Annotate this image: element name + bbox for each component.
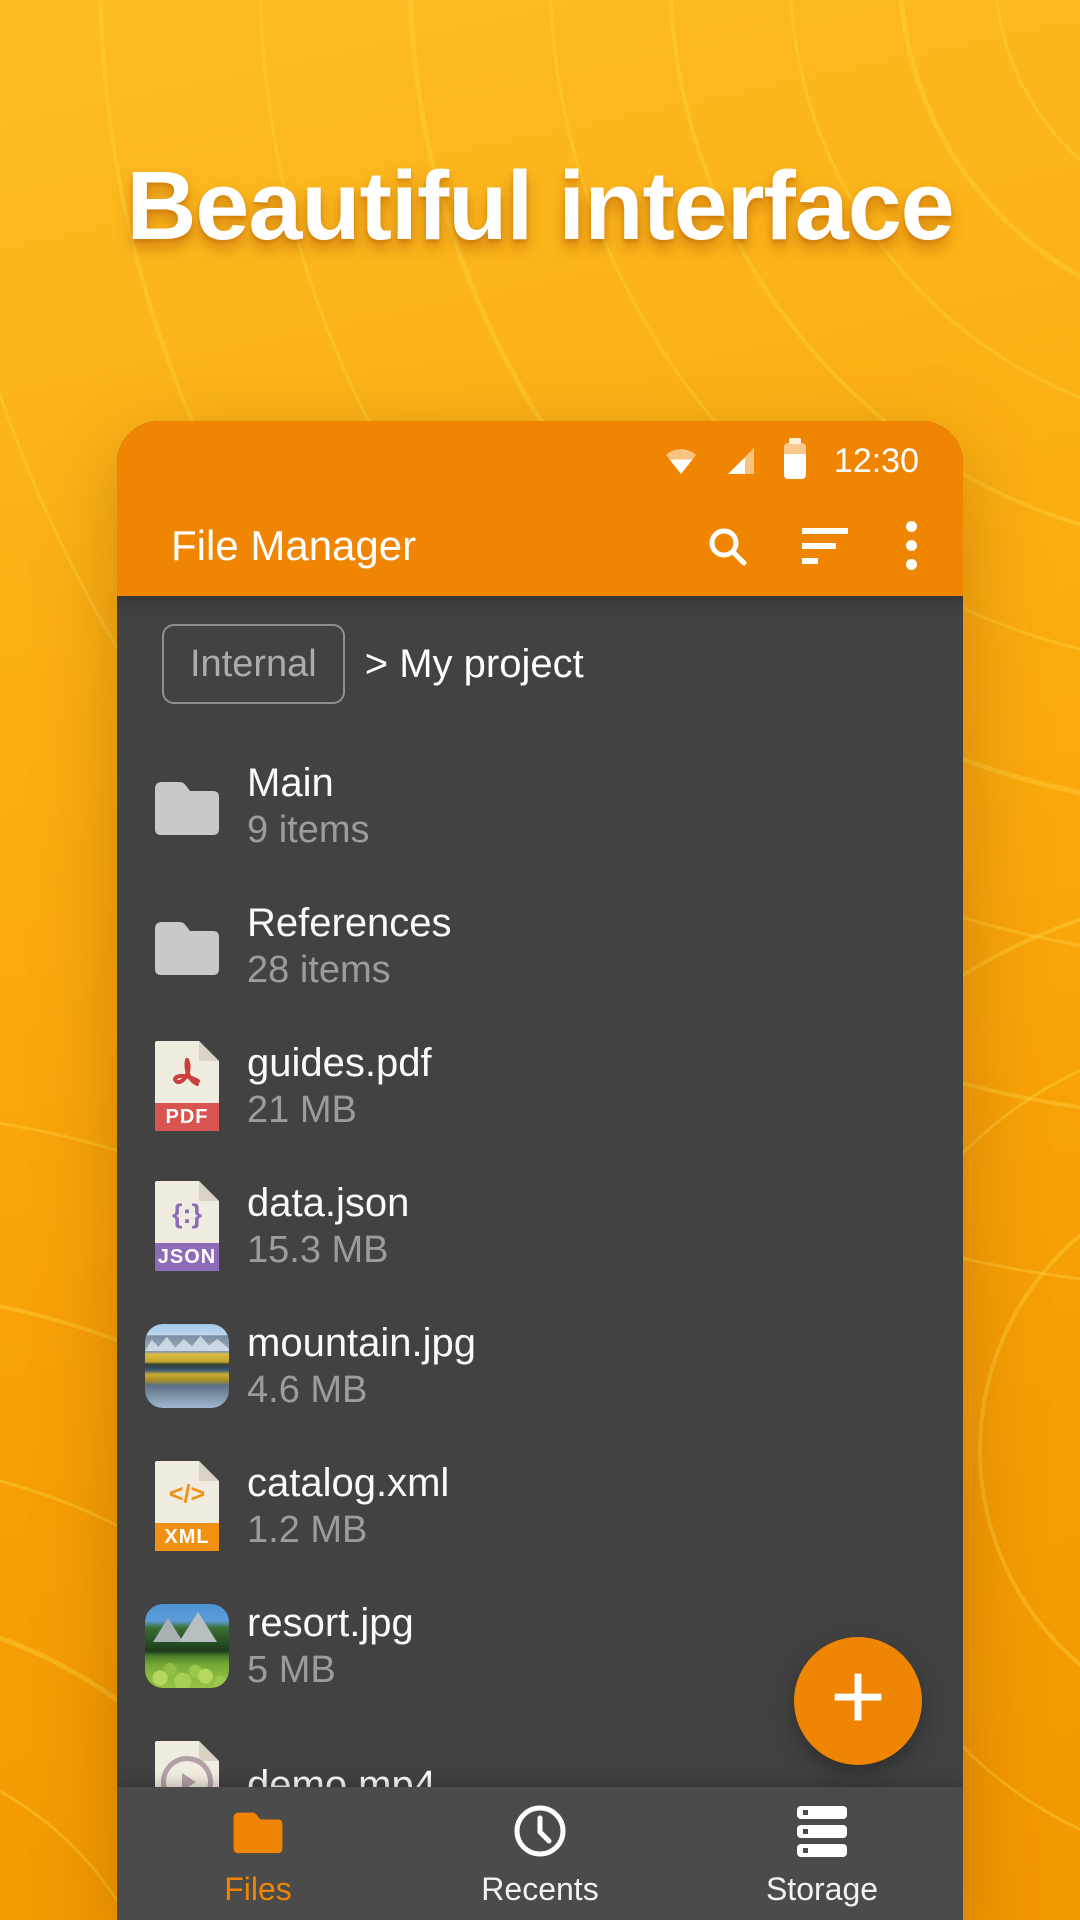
storage-icon [797,1803,847,1859]
nav-item-recents[interactable]: Recents [399,1787,681,1920]
battery-icon [784,443,806,479]
file-icon-cell [145,1324,229,1408]
nav-item-storage[interactable]: Storage [681,1787,963,1920]
file-meta: 5 MB [247,1648,414,1692]
file-meta: 1.2 MB [247,1508,449,1552]
file-row[interactable]: {:} JSON data.json 15.3 MB [117,1156,963,1296]
file-type-badge: JSON [155,1243,219,1271]
app-bar: File Manager [117,501,963,596]
file-name: catalog.xml [247,1460,449,1506]
bottom-navigation: Files Recents Storage [117,1787,963,1920]
pdf-file-icon: PDF [155,1041,219,1131]
status-bar: 12:30 [117,421,963,501]
video-file-icon [155,1741,219,1787]
file-icon-cell [145,1604,229,1688]
app-bar-actions [706,519,921,572]
file-name: guides.pdf [247,1040,432,1086]
phone-header: 12:30 File Manager [117,421,963,596]
json-file-icon: {:} JSON [155,1181,219,1271]
file-icon-cell: PDF [145,1044,229,1128]
breadcrumb: Internal > My project [162,624,963,704]
signal-icon [726,448,756,475]
file-name: mountain.jpg [247,1320,476,1366]
clock-icon [513,1803,567,1859]
file-name: References [247,900,452,946]
file-meta: 4.6 MB [247,1368,476,1412]
wifi-icon [664,448,698,475]
xml-file-icon: </> XML [155,1461,219,1551]
file-row[interactable]: </> XML catalog.xml 1.2 MB [117,1436,963,1576]
add-fab-button[interactable]: + [794,1637,922,1765]
file-type-badge: XML [155,1523,219,1551]
nav-label: Storage [766,1871,878,1908]
hero-headline: Beautiful interface [0,150,1080,262]
file-meta: 28 items [247,948,452,992]
file-icon-cell [145,764,229,848]
code-glyph: </> [155,1469,219,1519]
file-name: resort.jpg [247,1600,414,1646]
app-title: File Manager [171,522,706,570]
nav-item-files[interactable]: Files [117,1787,399,1920]
file-row[interactable]: References 28 items [117,876,963,1016]
braces-glyph: {:} [155,1189,219,1239]
folder-icon [149,775,225,837]
search-icon[interactable] [706,525,748,567]
breadcrumb-root-chip[interactable]: Internal [162,624,345,704]
file-browser-content: Internal > My project Main 9 items Refer… [117,596,963,1787]
nav-label: Files [224,1871,292,1908]
play-circle-glyph [155,1757,219,1787]
file-meta: 15.3 MB [247,1228,409,1272]
folder-icon [229,1803,287,1859]
file-row[interactable]: Main 9 items [117,736,963,876]
file-name: data.json [247,1180,409,1226]
file-row[interactable]: mountain.jpg 4.6 MB [117,1296,963,1436]
file-row[interactable]: PDF guides.pdf 21 MB [117,1016,963,1156]
plus-icon: + [830,1649,886,1745]
file-type-badge: PDF [155,1103,219,1131]
overflow-menu-icon[interactable] [902,519,921,572]
file-icon-cell: {:} JSON [145,1184,229,1268]
file-icon-cell [145,904,229,988]
breadcrumb-current-path: > My project [365,642,584,687]
image-thumbnail-resort [145,1604,229,1688]
file-name: demo.mp4 [247,1762,436,1787]
phone-mockup: 12:30 File Manager Internal > My project [117,421,963,1920]
image-thumbnail-mountain [145,1324,229,1408]
nav-label: Recents [481,1871,598,1908]
acrobat-glyph [155,1049,219,1099]
file-list: Main 9 items References 28 items PDF gui… [117,736,963,1787]
folder-icon [149,915,225,977]
file-icon-cell [145,1744,229,1787]
status-time: 12:30 [834,442,919,481]
file-name: Main [247,760,369,806]
file-meta: 9 items [247,808,369,852]
promo-screen: Beautiful interface [0,0,1080,1920]
file-meta: 21 MB [247,1088,432,1132]
file-icon-cell: </> XML [145,1464,229,1548]
sort-icon[interactable] [802,528,848,564]
